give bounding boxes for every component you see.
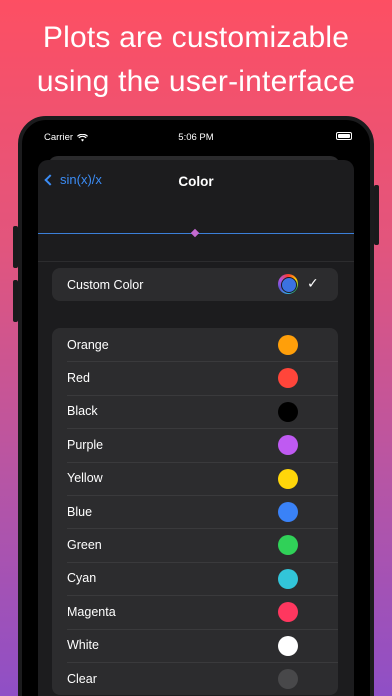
battery-icon xyxy=(336,132,352,140)
color-sheet: sin(x)/x Color Custom Color ✓ Orange Red B… xyxy=(38,160,354,696)
color-wheel-icon[interactable] xyxy=(278,274,298,294)
navigation-bar: sin(x)/x Color xyxy=(38,160,354,204)
custom-color-group: Custom Color ✓ xyxy=(52,268,338,302)
color-option-row[interactable]: Yellow xyxy=(52,461,338,495)
color-swatch-icon xyxy=(278,535,298,556)
color-option-label: Cyan xyxy=(67,571,97,586)
color-option-label: White xyxy=(67,638,99,653)
color-option-row[interactable]: Magenta xyxy=(52,595,338,628)
custom-color-row[interactable]: Custom Color ✓ xyxy=(52,268,338,301)
color-swatch-icon xyxy=(278,635,298,656)
plot-preview xyxy=(38,204,354,262)
headline-line-1: Plots are customizable xyxy=(42,21,350,54)
color-option-label: Black xyxy=(67,404,98,419)
status-time: 5:06 PM xyxy=(178,132,214,143)
color-option-row[interactable]: Green xyxy=(52,528,338,561)
page-title: Color xyxy=(178,174,214,189)
phone-frame: Carrier 5:06 PM sin(x)/x Color Custom Co… xyxy=(18,116,374,696)
color-swatch-icon xyxy=(278,335,298,355)
color-swatch-icon xyxy=(278,468,298,489)
color-swatch-icon xyxy=(278,568,298,589)
color-swatch-icon xyxy=(278,401,298,422)
color-list-content: Custom Color ✓ Orange Red Black Purple Yello… xyxy=(38,262,354,696)
color-swatch-icon xyxy=(278,668,298,689)
checkmark-icon: ✓ xyxy=(307,275,319,291)
color-option-row[interactable]: Blue xyxy=(52,494,338,528)
custom-color-label: Custom Color xyxy=(67,277,144,292)
color-option-label: Magenta xyxy=(67,604,116,619)
color-option-label: Green xyxy=(67,538,102,553)
color-option-row[interactable]: Clear xyxy=(52,661,338,695)
color-swatch-icon xyxy=(278,368,298,389)
color-option-row[interactable]: Black xyxy=(52,394,338,428)
color-swatch-icon xyxy=(278,435,298,456)
preview-marker xyxy=(190,228,200,238)
color-option-label: Clear xyxy=(67,671,97,686)
color-swatch-icon xyxy=(278,602,298,623)
marketing-headline: Plots are customizable using the user-in… xyxy=(0,16,392,104)
color-option-row[interactable]: Cyan xyxy=(52,561,338,595)
status-bar: Carrier 5:06 PM xyxy=(22,120,370,152)
color-option-label: Purple xyxy=(67,437,104,452)
color-swatch-icon xyxy=(278,501,298,522)
color-option-row[interactable]: Purple xyxy=(52,428,338,461)
color-option-row[interactable]: Orange xyxy=(52,328,338,361)
color-option-label: Yellow xyxy=(67,471,103,486)
color-option-row[interactable]: Red xyxy=(52,361,338,394)
color-option-label: Blue xyxy=(67,504,93,519)
color-option-label: Orange xyxy=(67,337,109,352)
headline-line-2: using the user-interface xyxy=(36,65,356,98)
power-button-frame xyxy=(374,185,379,245)
color-option-row[interactable]: White xyxy=(52,628,338,662)
preset-colors-group: Orange Red Black Purple Yellow Blue Green Cyan M… xyxy=(52,328,338,696)
color-option-label: Red xyxy=(67,371,90,386)
